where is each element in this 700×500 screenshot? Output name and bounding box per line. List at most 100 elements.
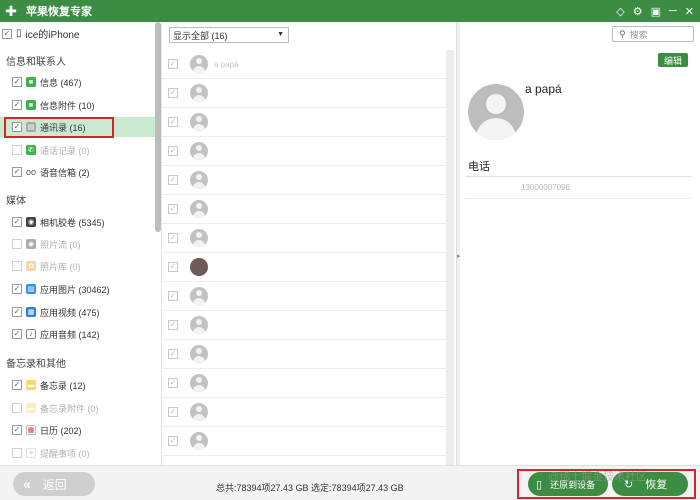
contact-row[interactable]: ✓ bbox=[162, 224, 446, 253]
sidebar-item-message-attachments[interactable]: ✓ ■ 信息附件 (10) bbox=[0, 95, 155, 115]
edit-button[interactable]: 编辑 bbox=[658, 53, 688, 67]
contact-checkbox[interactable]: ✓ bbox=[168, 233, 178, 243]
contact-checkbox[interactable]: ✓ bbox=[168, 436, 178, 446]
contact-name: a papá bbox=[525, 82, 562, 96]
minimize-icon[interactable]: ─ bbox=[669, 5, 677, 17]
contact-checkbox[interactable]: ✓ bbox=[168, 204, 178, 214]
contact-avatar-icon bbox=[190, 113, 208, 131]
contact-checkbox[interactable]: ✓ bbox=[168, 378, 178, 388]
contact-row[interactable]: ✓ bbox=[162, 282, 446, 311]
filter-dropdown[interactable]: 显示全部 (16) ▼ bbox=[169, 27, 289, 43]
phone-value: 13000007096 bbox=[521, 183, 570, 192]
sidebar-item-app-photos[interactable]: ✓ ▨ 应用图片 (30462) bbox=[0, 279, 155, 299]
contact-checkbox[interactable]: ✓ bbox=[168, 349, 178, 359]
sidebar-item-label: 相机胶卷 (5345) bbox=[40, 217, 105, 228]
contact-avatar-icon bbox=[190, 200, 208, 218]
sidebar-item-label: 日历 (202) bbox=[40, 425, 82, 436]
panel-divider[interactable]: ▸ bbox=[456, 22, 461, 465]
contact-checkbox[interactable]: ✓ bbox=[168, 88, 178, 98]
contact-row[interactable]: ✓ bbox=[162, 137, 446, 166]
sidebar-item-app-videos[interactable]: ✓ ▦ 应用视频 (475) bbox=[0, 302, 155, 322]
sidebar-item-call-history[interactable]: ✓ ✆ 通话记录 (0) bbox=[0, 140, 155, 160]
contact-row[interactable]: ✓ bbox=[162, 166, 446, 195]
contact-row[interactable]: ✓ bbox=[162, 79, 446, 108]
checkbox[interactable]: ✓ bbox=[12, 145, 22, 155]
sidebar-item-label: 信息附件 (10) bbox=[40, 100, 95, 111]
contact-row[interactable]: ✓ bbox=[162, 427, 446, 456]
contact-checkbox[interactable]: ✓ bbox=[168, 407, 178, 417]
checkbox[interactable]: ✓ bbox=[12, 167, 22, 177]
back-label: 返回 bbox=[42, 477, 67, 492]
back-button[interactable]: « 返回 bbox=[13, 472, 95, 496]
contact-checkbox[interactable]: ✓ bbox=[168, 320, 178, 330]
checkbox[interactable]: ✓ bbox=[12, 239, 22, 249]
sidebar-item-camera-roll[interactable]: ✓ ◉ 相机胶卷 (5345) bbox=[0, 212, 155, 232]
search-input[interactable]: ⚲ 搜索 bbox=[612, 26, 694, 42]
sidebar-item-label: 应用视频 (475) bbox=[40, 307, 100, 318]
sidebar-item-calendar[interactable]: ✓ ▦ 日历 (202) bbox=[0, 420, 155, 440]
device-checkbox[interactable]: ✓ bbox=[2, 28, 12, 39]
sidebar-item-label: 应用图片 (30462) bbox=[40, 284, 110, 295]
checkbox[interactable]: ✓ bbox=[12, 380, 22, 390]
close-icon[interactable]: ✕ bbox=[685, 5, 694, 18]
contact-checkbox[interactable]: ✓ bbox=[168, 59, 178, 69]
contact-avatar-icon bbox=[190, 374, 208, 392]
collapse-arrow-icon[interactable]: ▸ bbox=[457, 252, 461, 260]
checkbox[interactable]: ✓ bbox=[12, 217, 22, 227]
contact-list-scrollbar[interactable] bbox=[446, 50, 454, 465]
contact-avatar-icon bbox=[190, 258, 208, 276]
sidebar-item-label: 通话记录 (0) bbox=[40, 145, 90, 156]
sidebar-item-photo-stream[interactable]: ✓ ◉ 照片流 (0) bbox=[0, 234, 155, 254]
checkbox[interactable]: ✓ bbox=[12, 261, 22, 271]
photo-library-icon: ✿ bbox=[26, 261, 36, 271]
sidebar-item-reminders[interactable]: ✓ ≡ 提醒事项 (0) bbox=[0, 443, 155, 463]
contact-checkbox[interactable]: ✓ bbox=[168, 175, 178, 185]
title-bar: ✚ 苹果恢复专家 ◇ ⚙ ▣ ─ ✕ bbox=[0, 0, 700, 22]
contact-row[interactable]: ✓ a papá bbox=[162, 50, 446, 79]
sidebar-scrollbar[interactable] bbox=[155, 22, 161, 232]
contact-row[interactable]: ✓ bbox=[162, 311, 446, 340]
contact-checkbox[interactable]: ✓ bbox=[168, 291, 178, 301]
contact-detail-panel: ⚲ 搜索 编辑 a papá 电话 13000007096 bbox=[461, 22, 700, 465]
checkbox[interactable]: ✓ bbox=[12, 100, 22, 110]
checkbox[interactable]: ✓ bbox=[12, 77, 22, 87]
sidebar-item-notes-attachments[interactable]: ✓ ▬ 备忘录附件 (0) bbox=[0, 398, 155, 418]
app-title: 苹果恢复专家 bbox=[26, 6, 92, 18]
diamond-icon[interactable]: ◇ bbox=[616, 5, 624, 18]
settings-icon[interactable]: ⚙ bbox=[633, 5, 643, 18]
contact-row[interactable]: ✓ bbox=[162, 369, 446, 398]
checkbox[interactable]: ✓ bbox=[12, 425, 22, 435]
sidebar-item-notes[interactable]: ✓ ▬ 备忘录 (12) bbox=[0, 375, 155, 395]
sidebar-item-app-audio[interactable]: ✓ ♪ 应用音频 (142) bbox=[0, 324, 155, 344]
contact-avatar-icon bbox=[190, 142, 208, 160]
contact-avatar-icon bbox=[190, 316, 208, 334]
annotation-highlight-contacts bbox=[4, 117, 114, 138]
message-icon: ■ bbox=[26, 77, 36, 87]
divider bbox=[465, 198, 692, 199]
contact-avatar-icon bbox=[190, 171, 208, 189]
contact-row[interactable]: ✓ bbox=[162, 195, 446, 224]
checkbox[interactable]: ✓ bbox=[12, 448, 22, 458]
contact-row[interactable]: ✓ bbox=[162, 398, 446, 427]
checkbox[interactable]: ✓ bbox=[12, 284, 22, 294]
contact-avatar-icon bbox=[190, 229, 208, 247]
checkbox[interactable]: ✓ bbox=[12, 307, 22, 317]
contact-checkbox[interactable]: ✓ bbox=[168, 117, 178, 127]
section-label-notes-other: 备忘录和其他 bbox=[6, 359, 66, 370]
chat-icon[interactable]: ▣ bbox=[651, 5, 661, 18]
category-sidebar: ✓ ▯ ice的iPhone 信息和联系人 ✓ ■ 信息 (467) ✓ ■ 信… bbox=[0, 22, 162, 465]
contact-list: ✓ a papá ✓ ✓ ✓ ✓ ✓ ✓ ✓ ✓ ✓ ✓ ✓ ✓ ✓ bbox=[162, 50, 446, 456]
contact-checkbox[interactable]: ✓ bbox=[168, 146, 178, 156]
checkbox[interactable]: ✓ bbox=[12, 329, 22, 339]
contact-checkbox[interactable]: ✓ bbox=[168, 262, 178, 272]
contact-row[interactable]: ✓ bbox=[162, 253, 446, 282]
contact-row[interactable]: ✓ bbox=[162, 108, 446, 137]
checkbox[interactable]: ✓ bbox=[12, 403, 22, 413]
contact-avatar-icon bbox=[190, 55, 208, 73]
sidebar-item-messages[interactable]: ✓ ■ 信息 (467) bbox=[0, 72, 155, 92]
contact-row[interactable]: ✓ bbox=[162, 340, 446, 369]
sidebar-item-voicemail[interactable]: ✓ oo 语音信箱 (2) bbox=[0, 162, 155, 182]
device-row[interactable]: ✓ ▯ ice的iPhone bbox=[2, 26, 79, 41]
sidebar-item-photo-library[interactable]: ✓ ✿ 照片库 (0) bbox=[0, 256, 155, 276]
section-label-media: 媒体 bbox=[6, 196, 26, 207]
